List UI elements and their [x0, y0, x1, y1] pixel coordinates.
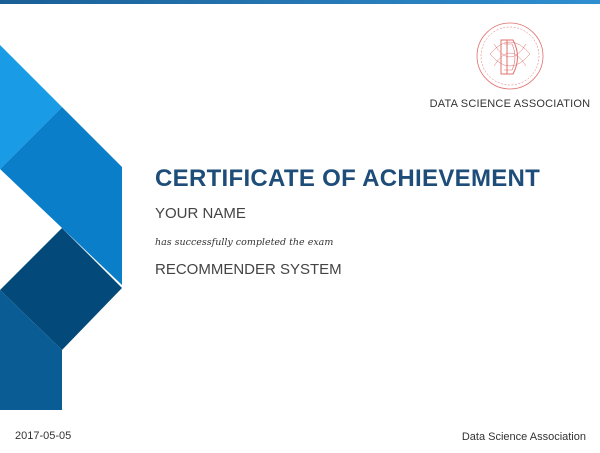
organization-name: DATA SCIENCE ASSOCIATION: [429, 98, 591, 110]
dsa-seal-icon: [476, 22, 544, 90]
certificate-title: CERTIFICATE OF ACHIEVEMENT: [155, 165, 541, 192]
exam-name: RECOMMENDER SYSTEM: [155, 261, 342, 278]
recipient-name: YOUR NAME: [155, 205, 246, 222]
certificate-page: DATA SCIENCE ASSOCIATION CERTIFICATE OF …: [0, 0, 600, 453]
chevron-decoration: [0, 45, 122, 410]
issuer-name: Data Science Association: [461, 431, 586, 443]
issue-date: 2017-05-05: [15, 430, 72, 442]
completion-text: has successfully completed the exam: [155, 237, 334, 248]
